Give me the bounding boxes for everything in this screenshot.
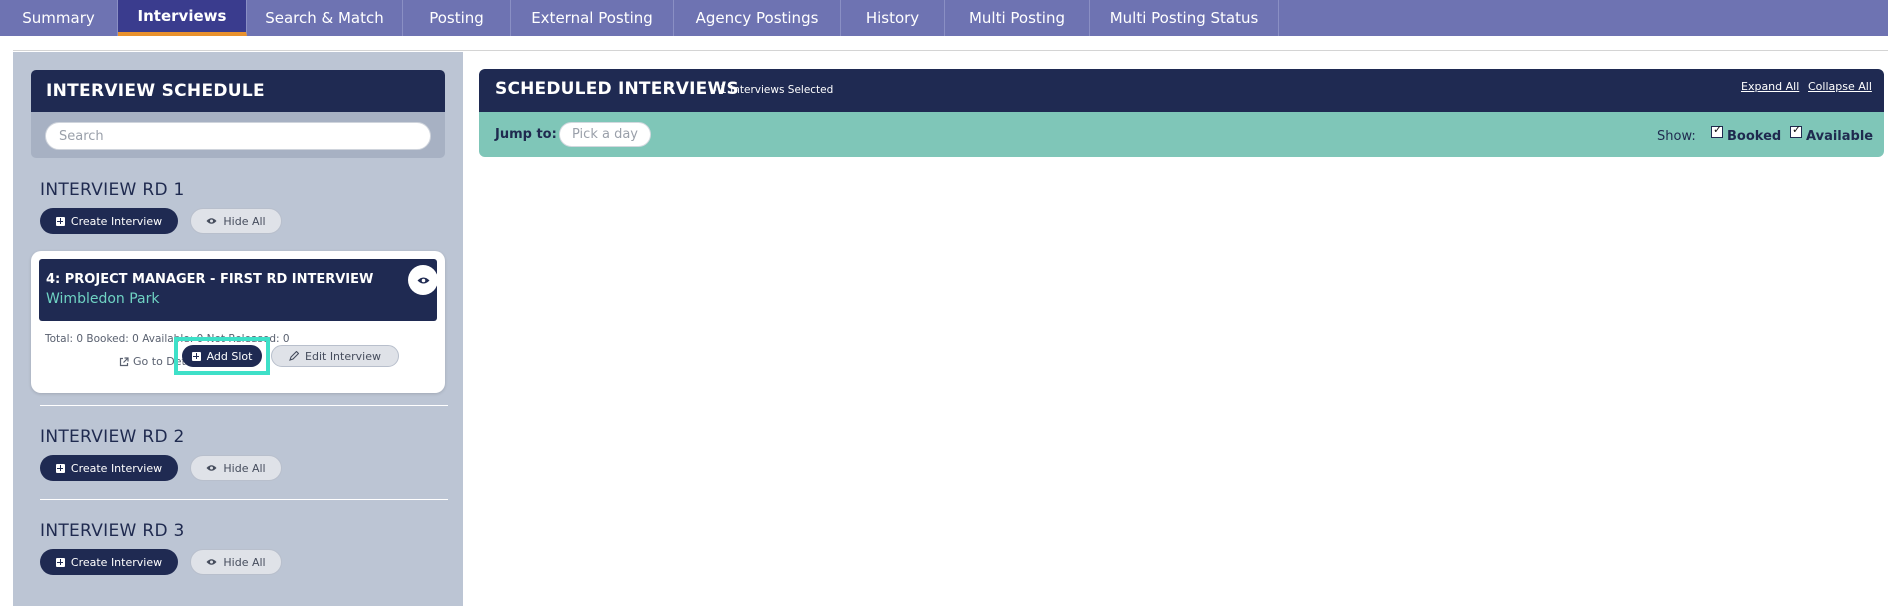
tab-external-posting[interactable]: External Posting [511, 0, 674, 36]
edit-interview-button[interactable]: Edit Interview [271, 345, 399, 367]
eye-icon [206, 465, 217, 471]
toggle-visibility-button[interactable] [408, 265, 438, 295]
edit-icon [289, 351, 300, 361]
create-interview-button-rd2[interactable]: Create Interview [40, 455, 178, 481]
tab-interviews[interactable]: Interviews [118, 0, 247, 36]
interview-card: 4: PROJECT MANAGER - FIRST RD INTERVIEW … [31, 251, 445, 393]
create-interview-label: Create Interview [70, 555, 163, 569]
divider [40, 405, 448, 406]
hide-all-button-rd2[interactable]: Hide All [190, 455, 282, 481]
expand-all-link[interactable]: Expand All [1741, 80, 1799, 93]
interview-card-title: 4: PROJECT MANAGER - FIRST RD INTERVIEW [46, 272, 374, 287]
hide-all-button-rd1[interactable]: Hide All [190, 208, 282, 234]
plus-icon [55, 216, 65, 226]
interview-schedule-title: INTERVIEW SCHEDULE [31, 70, 445, 112]
divider [13, 50, 1888, 51]
tab-history[interactable]: History [841, 0, 945, 36]
available-checkbox[interactable] [1790, 123, 1802, 138]
booked-label: Booked [1727, 129, 1782, 144]
round-title-3: INTERVIEW RD 3 [40, 521, 185, 541]
hide-all-button-rd3[interactable]: Hide All [190, 549, 282, 575]
show-label: Show: [1657, 129, 1696, 144]
create-interview-label: Create Interview [70, 461, 163, 475]
selection-count: - 1 Interviews Selected [713, 84, 834, 96]
top-tab-bar: Summary Interviews Search & Match Postin… [0, 0, 1888, 36]
eye-icon [206, 218, 217, 224]
hide-all-label: Hide All [223, 555, 266, 569]
tab-agency-postings[interactable]: Agency Postings [674, 0, 841, 36]
plus-icon [55, 557, 65, 567]
jump-to-bar: Jump to: Show: Booked Available [479, 112, 1884, 157]
interview-schedule-panel: INTERVIEW SCHEDULE INTERVIEW RD 1 Create… [13, 52, 463, 606]
scheduled-interviews-header: SCHEDULED INTERVIEWS - 1 Interviews Sele… [479, 69, 1884, 112]
jump-to-label: Jump to: [495, 127, 557, 142]
interview-location: Wimbledon Park [46, 291, 160, 307]
edit-interview-label: Edit Interview [305, 349, 381, 363]
available-label: Available [1806, 129, 1874, 144]
eye-icon [206, 559, 217, 565]
pick-a-day-input[interactable] [559, 122, 651, 147]
booked-checkbox[interactable] [1711, 123, 1723, 138]
tab-multi-posting-status[interactable]: Multi Posting Status [1090, 0, 1279, 36]
external-link-icon [119, 356, 129, 366]
tab-summary[interactable]: Summary [0, 0, 118, 36]
tab-posting[interactable]: Posting [403, 0, 511, 36]
scheduled-interviews-title: SCHEDULED INTERVIEWS [495, 79, 739, 99]
create-interview-button-rd1[interactable]: Create Interview [40, 208, 178, 234]
tab-multi-posting[interactable]: Multi Posting [945, 0, 1090, 36]
plus-icon [55, 463, 65, 473]
round-title-2: INTERVIEW RD 2 [40, 427, 185, 447]
focus-highlight [174, 337, 270, 375]
collapse-all-link[interactable]: Collapse All [1808, 80, 1872, 93]
search-input[interactable] [45, 122, 431, 150]
interview-card-header: 4: PROJECT MANAGER - FIRST RD INTERVIEW … [39, 259, 438, 321]
divider [40, 499, 448, 500]
eye-icon [417, 277, 429, 283]
tab-search-match[interactable]: Search & Match [247, 0, 403, 36]
hide-all-label: Hide All [223, 461, 266, 475]
create-interview-button-rd3[interactable]: Create Interview [40, 549, 178, 575]
create-interview-label: Create Interview [70, 214, 163, 228]
hide-all-label: Hide All [223, 214, 266, 228]
round-title-1: INTERVIEW RD 1 [40, 180, 185, 200]
